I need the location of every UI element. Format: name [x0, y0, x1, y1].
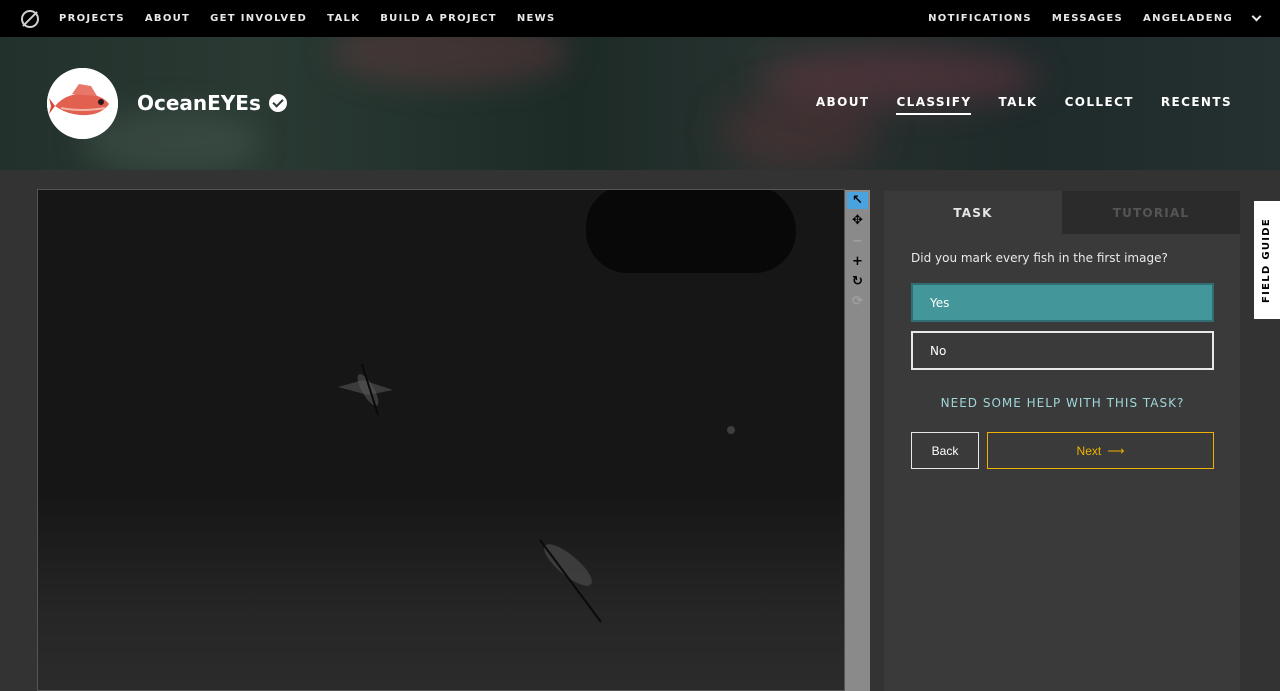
site-nav: PROJECTS ABOUT GET INVOLVED TALK BUILD A…	[59, 13, 575, 24]
tab-tutorial[interactable]: TUTORIAL	[1062, 191, 1240, 234]
rotate-icon[interactable]: ↻	[847, 273, 868, 290]
user-menu[interactable]: ANGELADENG	[1143, 13, 1233, 24]
project-title[interactable]: OceanEYEs	[137, 91, 261, 115]
task-panel: TASK TUTORIAL Did you mark every fish in…	[884, 191, 1240, 691]
move-icon[interactable]: ✥	[847, 212, 868, 229]
project-nav-classify[interactable]: CLASSIFY	[896, 95, 972, 115]
nav-about[interactable]: ABOUT	[145, 13, 190, 24]
pointer-icon[interactable]: ↖	[847, 192, 868, 209]
notifications-link[interactable]: NOTIFICATIONS	[928, 13, 1032, 24]
nav-get-involved[interactable]: GET INVOLVED	[210, 13, 307, 24]
site-header: PROJECTS ABOUT GET INVOLVED TALK BUILD A…	[0, 0, 1280, 37]
reset-icon[interactable]: ⟳	[847, 293, 868, 310]
zoom-in-icon[interactable]: +	[847, 253, 868, 270]
next-button-label: Next	[1076, 443, 1102, 458]
account-nav: NOTIFICATIONS MESSAGES ANGELADENG	[928, 0, 1262, 37]
nav-build-a-project[interactable]: BUILD A PROJECT	[380, 13, 497, 24]
task-tabs: TASK TUTORIAL	[884, 191, 1240, 234]
chevron-down-icon[interactable]	[1251, 11, 1262, 22]
task-question: Did you mark every fish in the first ima…	[911, 251, 1168, 265]
field-guide-label: FIELD GUIDE	[1261, 217, 1273, 303]
project-avatar[interactable]	[47, 68, 118, 139]
project-header: OceanEYEs ABOUT CLASSIFY TALK COLLECT RE…	[0, 37, 1280, 170]
zooniverse-logo-icon[interactable]	[21, 9, 39, 28]
task-help-link[interactable]: NEED SOME HELP WITH THIS TASK?	[911, 396, 1214, 410]
back-button[interactable]: Back	[911, 432, 979, 469]
project-nav-recents[interactable]: RECENTS	[1161, 95, 1232, 115]
verified-check-icon	[269, 94, 287, 112]
project-nav-talk[interactable]: TALK	[998, 95, 1037, 115]
project-nav-about[interactable]: ABOUT	[816, 95, 870, 115]
answer-no-button[interactable]: No	[911, 331, 1214, 370]
project-nav: ABOUT CLASSIFY TALK COLLECT RECENTS	[789, 95, 1232, 115]
tab-task[interactable]: TASK	[884, 191, 1062, 234]
subject-image-viewer[interactable]	[37, 189, 845, 691]
nav-talk[interactable]: TALK	[327, 13, 360, 24]
answer-yes-button[interactable]: Yes	[911, 283, 1214, 322]
fish-mark-line	[539, 539, 602, 623]
nav-projects[interactable]: PROJECTS	[59, 13, 125, 24]
arrow-right-icon: ⟶	[1107, 443, 1125, 458]
viewer-toolbar: ↖ ✥ − + ↻ ⟳	[845, 190, 870, 691]
nav-news[interactable]: NEWS	[517, 13, 556, 24]
project-nav-collect[interactable]: COLLECT	[1065, 95, 1134, 115]
messages-link[interactable]: MESSAGES	[1052, 13, 1123, 24]
fish-markings	[338, 363, 735, 623]
field-guide-tab[interactable]: FIELD GUIDE	[1254, 201, 1280, 319]
next-button[interactable]: Next ⟶	[987, 432, 1214, 469]
zoom-out-icon[interactable]: −	[847, 233, 868, 250]
background-fish-shape	[330, 37, 570, 87]
